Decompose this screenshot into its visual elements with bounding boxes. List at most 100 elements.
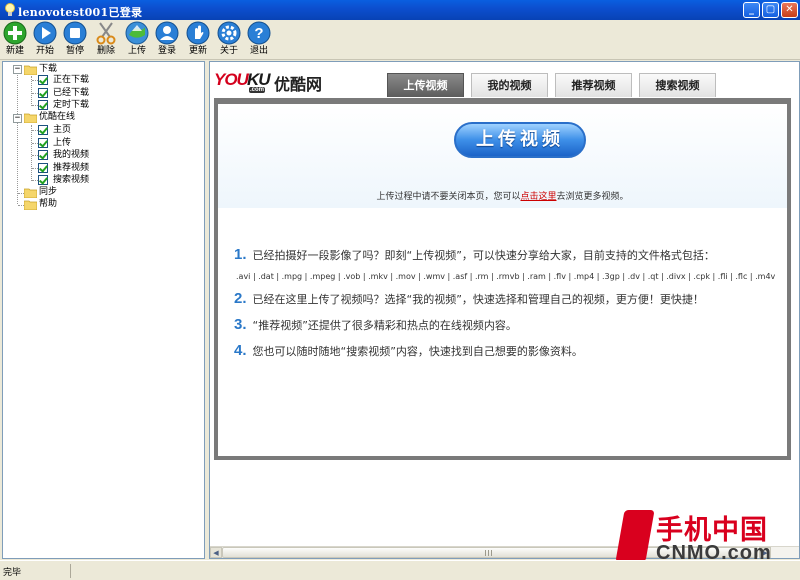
start-label: 开始 xyxy=(35,46,54,56)
check-icon xyxy=(38,125,48,135)
browser-pane: YOU KU .com 优酷网 上传视频 我的视频 推荐视频 搜索视频 上传视频… xyxy=(209,61,800,559)
new-button[interactable]: 新建 xyxy=(0,21,30,59)
help-icon: ? xyxy=(247,21,271,45)
check-icon xyxy=(38,175,48,185)
exit-button[interactable]: ? 退出 xyxy=(244,21,274,59)
tree-group-sync[interactable]: 同步 xyxy=(39,187,57,198)
upload-button[interactable]: 上传 xyxy=(122,21,152,59)
tab-my-videos[interactable]: 我的视频 xyxy=(471,73,548,97)
step-2: 2. 已经在这里上传了视频吗？选择“我的视频”，快速选择和管理自己的视频，更方便！… xyxy=(234,290,704,307)
tree-item-downloading[interactable]: 正在下载 xyxy=(53,75,89,86)
logo-cn: 优酷网 xyxy=(274,75,323,94)
expand-toggle-download[interactable]: − xyxy=(13,65,22,74)
upload-area: 上传视频 上传过程中请不要关闭本页，您可以点击这里去浏览更多视频。 xyxy=(218,104,787,208)
check-icon xyxy=(38,88,48,98)
about-label: 关于 xyxy=(219,46,238,56)
step-1-number: 1. xyxy=(234,246,247,263)
tree-item-downloaded[interactable]: 已经下载 xyxy=(53,88,89,99)
step-2-number: 2. xyxy=(234,290,247,307)
step-4: 4. 您也可以随时随地“搜索视频”内容，快速找到自己想要的影像资料。 xyxy=(234,342,583,359)
tree-group-help[interactable]: 帮助 xyxy=(39,199,57,210)
scissors-icon xyxy=(96,22,116,45)
maximize-button[interactable]: ▢ xyxy=(762,2,779,18)
start-button[interactable]: 开始 xyxy=(30,21,60,59)
new-icon xyxy=(3,21,27,45)
pause-button[interactable]: 暂停 xyxy=(60,21,90,59)
upload-label: 上传 xyxy=(127,46,146,56)
app-bulb-icon xyxy=(5,3,15,16)
status-divider xyxy=(70,564,71,578)
tree-item-my-videos[interactable]: 我的视频 xyxy=(53,150,89,161)
play-icon xyxy=(33,21,57,45)
tree-item-recommended[interactable]: 推荐视频 xyxy=(53,163,89,174)
toolbar: 新建 开始 暂停 删除 上传 登录 更新 关于 ? 退出 xyxy=(0,20,800,60)
svg-text:?: ? xyxy=(254,25,263,42)
new-label: 新建 xyxy=(5,46,24,56)
youku-logo[interactable]: YOU KU .com 优酷网 xyxy=(214,68,354,96)
login-label: 登录 xyxy=(157,46,176,56)
step-2-text: 已经在这里上传了视频吗？选择“我的视频”，快速选择和管理自己的视频，更方便！更快… xyxy=(252,293,704,306)
minimize-button[interactable]: _ xyxy=(743,2,760,18)
title-bar: lenovotest001已登录 _ ▢ ✕ xyxy=(0,0,800,20)
step-3-number: 3. xyxy=(234,316,247,333)
tree-connector xyxy=(17,72,18,204)
check-icon xyxy=(38,150,48,160)
upload-notice: 上传过程中请不要关闭本页，您可以点击这里去浏览更多视频。 xyxy=(218,189,787,202)
cnmo-logo-icon xyxy=(615,510,655,562)
tree-group-download[interactable]: 下载 xyxy=(39,64,57,75)
logo-you: YOU xyxy=(214,70,249,89)
user-icon xyxy=(155,21,179,45)
step-4-text: 您也可以随时随地“搜索视频”内容，快速找到自己想要的影像资料。 xyxy=(252,345,583,358)
tree-group-youku-online[interactable]: 优酷在线 xyxy=(39,112,75,123)
cnmo-watermark: 手机中国 CNMO.com xyxy=(615,508,780,568)
folder-icon xyxy=(24,113,37,123)
tree-item-search[interactable]: 搜索视频 xyxy=(53,175,89,186)
tab-recommended-videos[interactable]: 推荐视频 xyxy=(555,73,632,97)
pause-label: 暂停 xyxy=(65,46,84,56)
login-button[interactable]: 登录 xyxy=(152,21,182,59)
supported-formats: .avi | .dat | .mpg | .mpeg | .vob | .mkv… xyxy=(236,272,776,281)
exit-label: 退出 xyxy=(249,46,268,56)
step-1: 1. 已经拍摄好一段影像了吗？即刻“上传视频”，可以快速分享给大家，目前支持的文件… xyxy=(234,246,715,263)
folder-icon xyxy=(24,200,37,210)
update-button[interactable]: 更新 xyxy=(183,21,213,59)
hand-icon xyxy=(186,21,210,45)
notice-text-after: 去浏览更多视频。 xyxy=(556,192,629,202)
tree-item-scheduled[interactable]: 定时下载 xyxy=(53,100,89,111)
step-4-number: 4. xyxy=(234,342,247,359)
grip-icon xyxy=(485,550,494,556)
tree-item-home[interactable]: 主页 xyxy=(53,125,71,136)
click-here-link[interactable]: 点击这里 xyxy=(520,192,556,202)
folder-icon xyxy=(24,65,37,75)
tab-upload-video[interactable]: 上传视频 xyxy=(387,73,464,97)
tree-item-upload[interactable]: 上传 xyxy=(53,138,71,149)
check-icon xyxy=(38,100,48,110)
notice-text-before: 上传过程中请不要关闭本页，您可以 xyxy=(376,192,521,202)
content-frame: 上传视频 上传过程中请不要关闭本页，您可以点击这里去浏览更多视频。 1. 已经拍摄… xyxy=(214,98,791,460)
close-button[interactable]: ✕ xyxy=(781,2,798,18)
status-text: 完毕 xyxy=(3,568,22,578)
logo-com: .com xyxy=(249,87,266,93)
check-icon xyxy=(38,163,48,173)
step-1-text: 已经拍摄好一段影像了吗？即刻“上传视频”，可以快速分享给大家，目前支持的文件格式… xyxy=(252,249,715,262)
folder-icon xyxy=(24,188,37,198)
scroll-left-arrow-icon[interactable]: ◀ xyxy=(210,547,222,558)
delete-button[interactable]: 删除 xyxy=(91,21,121,59)
about-button[interactable]: 关于 xyxy=(214,21,244,59)
update-label: 更新 xyxy=(188,46,207,56)
tab-search-videos[interactable]: 搜索视频 xyxy=(639,73,716,97)
pause-icon xyxy=(63,21,87,45)
step-3: 3. “推荐视频”还提供了很多精彩和热点的在线视频内容。 xyxy=(234,316,517,333)
tree-connector xyxy=(31,125,32,181)
upload-video-button[interactable]: 上传视频 xyxy=(454,122,586,158)
navigation-tree: − 下载 正在下载 已经下载 定时下载 − 优酷在线 主页 上传 我的视频 推荐… xyxy=(2,61,205,559)
delete-label: 删除 xyxy=(96,46,115,56)
expand-toggle-youku[interactable]: − xyxy=(13,114,22,123)
status-bar: 完毕 xyxy=(0,560,800,580)
window-title: lenovotest001已登录 xyxy=(18,6,143,19)
check-icon xyxy=(38,75,48,85)
upload-icon xyxy=(125,21,149,45)
step-3-text: “推荐视频”还提供了很多精彩和热点的在线视频内容。 xyxy=(252,319,517,332)
check-icon xyxy=(38,138,48,148)
gear-icon xyxy=(217,21,241,45)
